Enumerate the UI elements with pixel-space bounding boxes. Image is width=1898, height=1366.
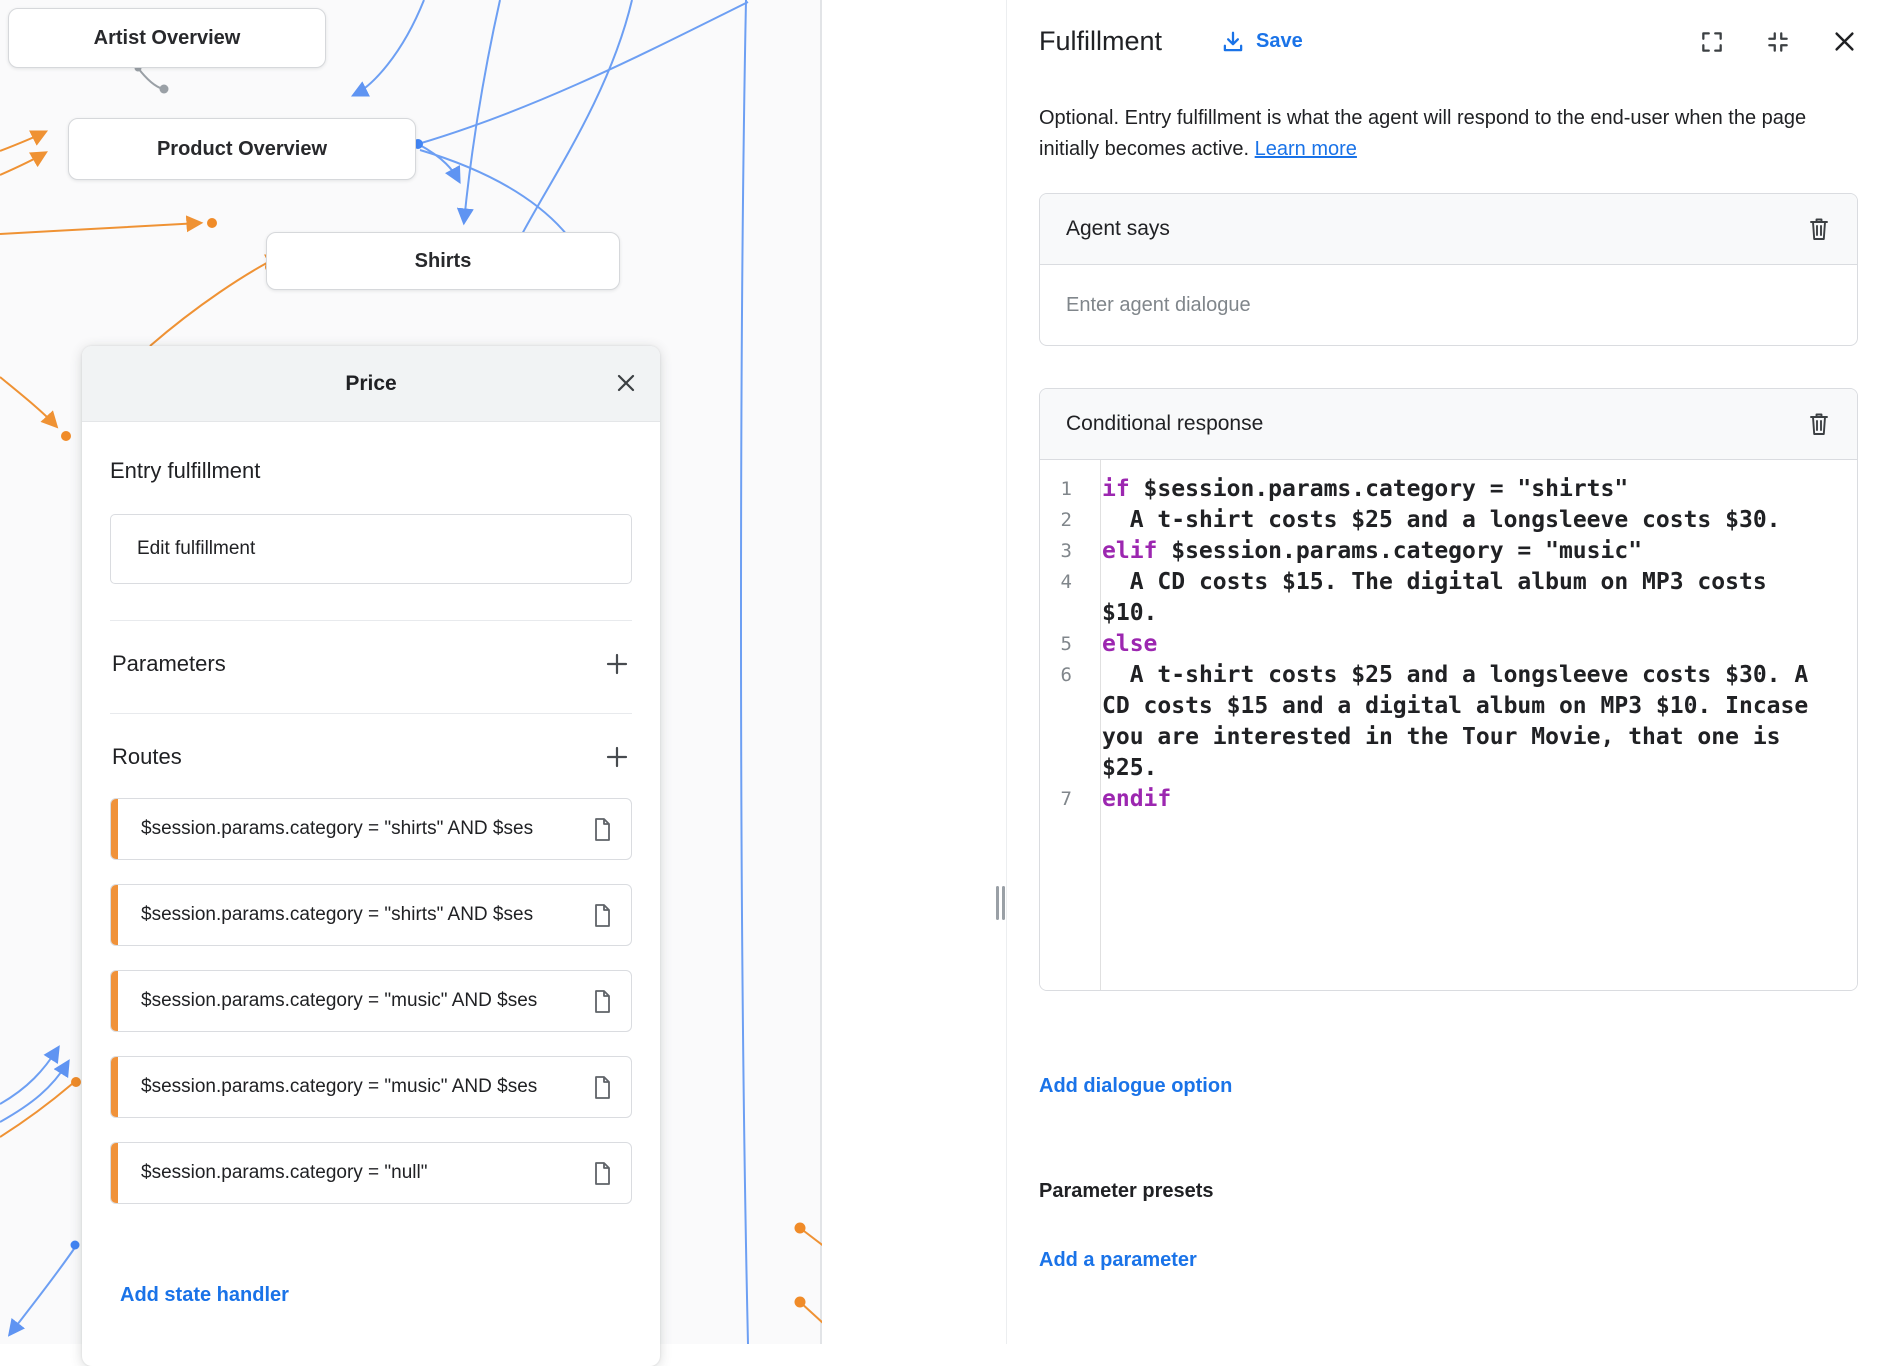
code-line: 4 A CD costs $15. The digital album on M… — [1040, 567, 1857, 629]
entry-fulfillment-heading: Entry fulfillment — [110, 458, 632, 484]
price-node-card: Price Entry fulfillment Edit fulfillment… — [82, 346, 660, 1366]
route-condition: $session.params.category = "music" AND $… — [141, 990, 537, 1012]
agent-says-title: Agent says — [1066, 217, 1170, 241]
line-number: 6 — [1040, 660, 1086, 691]
learn-more-link[interactable]: Learn more — [1255, 138, 1357, 160]
node-shirts[interactable]: Shirts — [266, 232, 620, 290]
agent-says-card: Agent says — [1039, 193, 1858, 346]
node-label: Product Overview — [157, 138, 327, 161]
trash-icon — [1807, 216, 1831, 242]
route-item[interactable]: $session.params.category = "music" AND $… — [110, 1056, 632, 1118]
delete-conditional-response-button[interactable] — [1807, 411, 1831, 437]
doc-icon — [592, 1161, 613, 1186]
add-state-handler-button[interactable]: Add state handler — [120, 1284, 289, 1307]
doc-icon — [592, 903, 613, 928]
code-line: 7 endif — [1040, 784, 1857, 815]
fullscreen-icon — [1699, 29, 1725, 55]
route-item[interactable]: $session.params.category = "null" — [110, 1142, 632, 1204]
node-artist-overview[interactable]: Artist Overview — [8, 8, 326, 68]
collapse-panel-button[interactable] — [1765, 29, 1791, 55]
panel-description: Optional. Entry fulfillment is what the … — [1039, 103, 1829, 165]
close-icon — [1831, 28, 1858, 55]
conditional-response-title: Conditional response — [1066, 412, 1263, 436]
routes-heading: Routes — [112, 744, 182, 770]
parameters-heading: Parameters — [112, 651, 226, 677]
line-number: 4 — [1040, 567, 1086, 598]
code-line: 1 if $session.params.category = "shirts" — [1040, 474, 1857, 505]
panel-title: Fulfillment — [1039, 26, 1162, 57]
description-text: Optional. Entry fulfillment is what the … — [1039, 107, 1806, 160]
save-label: Save — [1256, 30, 1303, 53]
route-accent-bar — [111, 885, 118, 945]
delete-agent-says-button[interactable] — [1807, 216, 1831, 242]
route-item[interactable]: $session.params.category = "shirts" AND … — [110, 798, 632, 860]
line-number: 1 — [1040, 474, 1086, 505]
fulfillment-panel: Fulfillment Save — [1006, 0, 1898, 1344]
route-condition: $session.params.category = "shirts" AND … — [141, 818, 533, 840]
plus-icon — [604, 744, 630, 770]
plus-icon — [604, 651, 630, 677]
exit-fullscreen-icon — [1765, 29, 1791, 55]
gutter-divider — [1100, 460, 1101, 990]
add-dialogue-option-button[interactable]: Add dialogue option — [1039, 1075, 1232, 1098]
doc-icon — [592, 1075, 613, 1100]
line-number: 5 — [1040, 629, 1086, 660]
route-accent-bar — [111, 971, 118, 1031]
route-accent-bar — [111, 1057, 118, 1117]
route-accent-bar — [111, 1143, 118, 1203]
code-line: 6 A t-shirt costs $25 and a longsleeve c… — [1040, 660, 1857, 784]
save-button[interactable]: Save — [1220, 29, 1303, 55]
agent-dialogue-input[interactable] — [1066, 269, 1831, 341]
line-number: 2 — [1040, 505, 1086, 536]
doc-icon — [592, 989, 613, 1014]
route-item[interactable]: $session.params.category = "music" AND $… — [110, 970, 632, 1032]
close-icon — [614, 371, 638, 395]
parameter-presets-heading: Parameter presets — [1039, 1180, 1858, 1203]
condition-code-editor[interactable]: 1 if $session.params.category = "shirts"… — [1040, 460, 1857, 990]
doc-icon — [592, 817, 613, 842]
save-icon — [1220, 29, 1246, 55]
code-line: 5 else — [1040, 629, 1857, 660]
close-panel-button[interactable] — [1831, 28, 1858, 55]
node-label: Artist Overview — [94, 27, 241, 50]
conditional-response-card: Conditional response 1 if $session.param… — [1039, 388, 1858, 991]
edit-fulfillment-button[interactable]: Edit fulfillment — [110, 514, 632, 584]
code-line: 2 A t-shirt costs $25 and a longsleeve c… — [1040, 505, 1857, 536]
route-condition: $session.params.category = "music" AND $… — [141, 1076, 537, 1098]
expand-panel-button[interactable] — [1699, 29, 1725, 55]
line-number: 7 — [1040, 784, 1086, 815]
price-card-close-button[interactable] — [614, 371, 638, 395]
flow-canvas[interactable]: Artist Overview Product Overview Shirts … — [0, 0, 822, 1344]
route-item[interactable]: $session.params.category = "shirts" AND … — [110, 884, 632, 946]
trash-icon — [1807, 411, 1831, 437]
code-line: 3 elif $session.params.category = "music… — [1040, 536, 1857, 567]
add-route-button[interactable] — [604, 744, 630, 770]
node-label: Shirts — [415, 250, 472, 273]
panel-resize-handle[interactable] — [996, 886, 1005, 920]
add-a-parameter-button[interactable]: Add a parameter — [1039, 1249, 1197, 1272]
route-accent-bar — [111, 799, 118, 859]
route-condition: $session.params.category = "null" — [141, 1162, 428, 1184]
node-product-overview[interactable]: Product Overview — [68, 118, 416, 180]
add-parameter-button[interactable] — [604, 651, 630, 677]
price-card-title: Price — [345, 372, 396, 396]
routes-list: $session.params.category = "shirts" AND … — [110, 798, 632, 1204]
line-number: 3 — [1040, 536, 1086, 567]
price-card-header: Price — [82, 346, 660, 422]
route-condition: $session.params.category = "shirts" AND … — [141, 904, 533, 926]
